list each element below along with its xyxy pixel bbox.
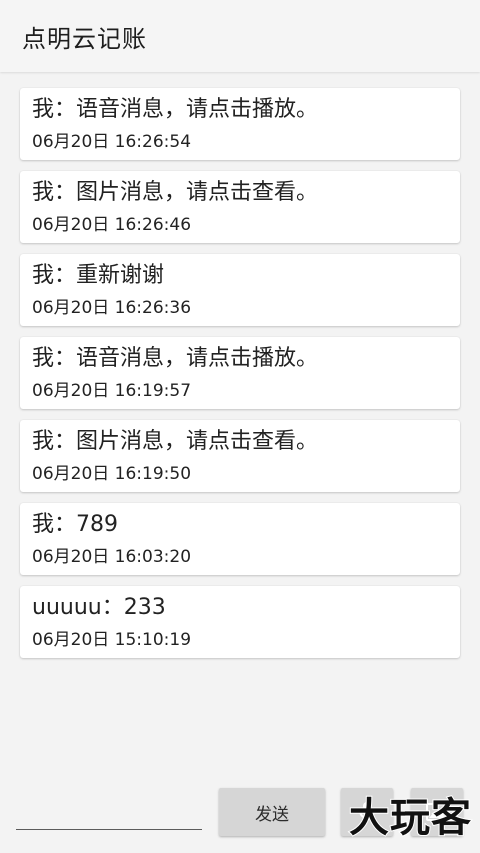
app-title: 点明云记账 (22, 25, 147, 53)
message-text: 我：语音消息，请点击播放。 (32, 346, 319, 371)
app-bar: 点明云记账 (0, 0, 480, 72)
message-time: 06月20日 16:03:20 (32, 547, 192, 567)
message-text: uuuuu：233 (32, 595, 166, 620)
message-card[interactable]: 我：重新谢谢 06月20日 16:26:36 (20, 254, 460, 326)
message-time: 06月20日 16:19:50 (32, 464, 192, 484)
message-time: 06月20日 16:26:46 (32, 215, 192, 235)
message-card[interactable]: uuuuu：233 06月20日 15:10:19 (20, 586, 460, 658)
message-card[interactable]: 我：语音消息，请点击播放。 06月20日 16:26:54 (20, 88, 460, 160)
send-button[interactable]: 发送 (219, 788, 325, 836)
message-text: 我：图片消息，请点击查看。 (32, 429, 319, 454)
message-text: 我：语音消息，请点击播放。 (32, 97, 319, 122)
message-text: 我：图片消息，请点击查看。 (32, 180, 319, 205)
message-text: 我：789 (32, 512, 118, 537)
message-time: 06月20日 16:26:36 (32, 298, 192, 318)
message-time: 06月20日 16:19:57 (32, 381, 192, 401)
message-input[interactable] (16, 796, 202, 830)
message-text: 我：重新谢谢 (32, 263, 165, 288)
message-time: 06月20日 16:26:54 (32, 132, 192, 152)
message-list[interactable]: 我：语音消息，请点击播放。 06月20日 16:26:54 我：图片消息，请点击… (20, 88, 460, 669)
watermark-logo: 大玩客 (348, 794, 472, 842)
message-time: 06月20日 15:10:19 (32, 630, 192, 650)
message-card[interactable]: 我：789 06月20日 16:03:20 (20, 503, 460, 575)
message-card[interactable]: 我：图片消息，请点击查看。 06月20日 16:19:50 (20, 420, 460, 492)
message-card[interactable]: 我：语音消息，请点击播放。 06月20日 16:19:57 (20, 337, 460, 409)
message-card[interactable]: 我：图片消息，请点击查看。 06月20日 16:26:46 (20, 171, 460, 243)
